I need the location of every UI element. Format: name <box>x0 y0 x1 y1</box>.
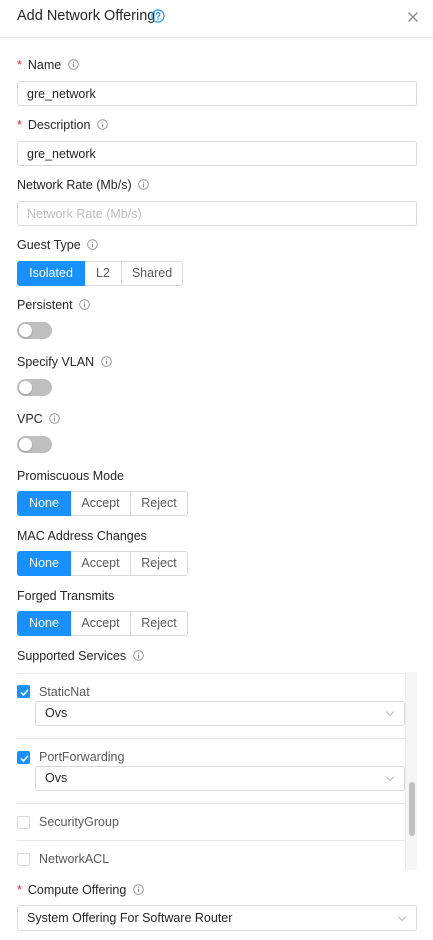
portforwarding-checkbox[interactable] <box>17 751 30 764</box>
persistent-toggle[interactable] <box>17 322 52 339</box>
chevron-down-icon <box>385 711 395 717</box>
info-icon <box>100 356 112 367</box>
services-scrollbar[interactable] <box>405 672 417 870</box>
toggle-knob <box>19 324 32 337</box>
staticnat-provider-select[interactable]: Ovs <box>35 701 405 726</box>
forged-transmits-label: Forged Transmits <box>17 589 115 603</box>
info-icon <box>79 299 90 310</box>
mac-none-button[interactable]: None <box>17 551 71 576</box>
network-rate-label: Network Rate (Mb/s) <box>17 178 149 192</box>
divider <box>17 738 405 739</box>
divider <box>17 673 405 674</box>
info-icon <box>138 179 149 190</box>
networkacl-label: NetworkACL <box>39 852 110 866</box>
guest-type-radio-group: Isolated L2 Shared <box>17 261 183 286</box>
info-icon <box>49 413 60 424</box>
portforwarding-provider-select[interactable]: Ovs <box>35 766 405 791</box>
dialog-title: Add Network Offering <box>17 8 156 24</box>
supported-services-label: Supported Services <box>17 649 144 663</box>
check-icon <box>20 755 29 763</box>
name-label: * Name <box>17 58 79 72</box>
forged-accept-button[interactable]: Accept <box>70 611 131 636</box>
info-icon <box>97 119 108 130</box>
guest-type-label: Guest Type <box>17 238 98 252</box>
promiscuous-mode-radio-group: None Accept Reject <box>17 491 188 516</box>
toggle-knob <box>19 438 32 451</box>
promiscuous-mode-label: Promiscuous Mode <box>17 469 124 483</box>
chevron-down-icon <box>385 776 395 782</box>
info-icon <box>133 884 144 895</box>
compute-offering-select[interactable]: System Offering For Software Router <box>17 905 417 931</box>
guest-type-l2-button[interactable]: L2 <box>84 261 122 286</box>
description-label: * Description <box>17 118 108 132</box>
close-icon[interactable] <box>407 11 419 23</box>
guest-type-shared-button[interactable]: Shared <box>121 261 183 286</box>
network-rate-input[interactable] <box>17 201 417 226</box>
specify-vlan-label: Specify VLAN <box>17 355 112 369</box>
vpc-toggle[interactable] <box>17 436 52 453</box>
divider <box>17 840 405 841</box>
mac-address-changes-label: MAC Address Changes <box>17 529 147 543</box>
chevron-down-icon <box>397 916 407 922</box>
dialog-header: Add Network Offering <box>0 0 433 38</box>
forged-reject-button[interactable]: Reject <box>130 611 188 636</box>
forged-none-button[interactable]: None <box>17 611 71 636</box>
mac-accept-button[interactable]: Accept <box>70 551 131 576</box>
toggle-knob <box>19 381 32 394</box>
guest-type-isolated-button[interactable]: Isolated <box>17 261 85 286</box>
networkacl-checkbox[interactable] <box>17 853 30 866</box>
compute-offering-label: * Compute Offering <box>17 883 144 897</box>
persistent-label: Persistent <box>17 298 90 312</box>
promiscuous-accept-button[interactable]: Accept <box>70 491 131 516</box>
specify-vlan-toggle[interactable] <box>17 379 52 396</box>
securitygroup-label: SecurityGroup <box>39 815 119 829</box>
portforwarding-label: PortForwarding <box>39 750 125 764</box>
question-circle-icon[interactable] <box>151 9 165 23</box>
mac-address-changes-radio-group: None Accept Reject <box>17 551 188 576</box>
supported-services-list[interactable]: StaticNat Ovs PortForwarding Ovs Securit… <box>17 672 417 870</box>
promiscuous-reject-button[interactable]: Reject <box>130 491 188 516</box>
staticnat-checkbox[interactable] <box>17 685 30 698</box>
check-icon <box>20 689 29 697</box>
info-icon <box>67 59 79 70</box>
promiscuous-none-button[interactable]: None <box>17 491 71 516</box>
divider <box>17 803 405 804</box>
staticnat-label: StaticNat <box>39 685 90 699</box>
vpc-label: VPC <box>17 412 60 426</box>
name-input[interactable] <box>17 81 417 106</box>
info-icon <box>87 239 98 250</box>
securitygroup-checkbox[interactable] <box>17 816 30 829</box>
description-input[interactable] <box>17 141 417 166</box>
forged-transmits-radio-group: None Accept Reject <box>17 611 188 636</box>
info-icon <box>132 650 144 661</box>
mac-reject-button[interactable]: Reject <box>130 551 188 576</box>
scrollbar-thumb[interactable] <box>409 782 415 836</box>
